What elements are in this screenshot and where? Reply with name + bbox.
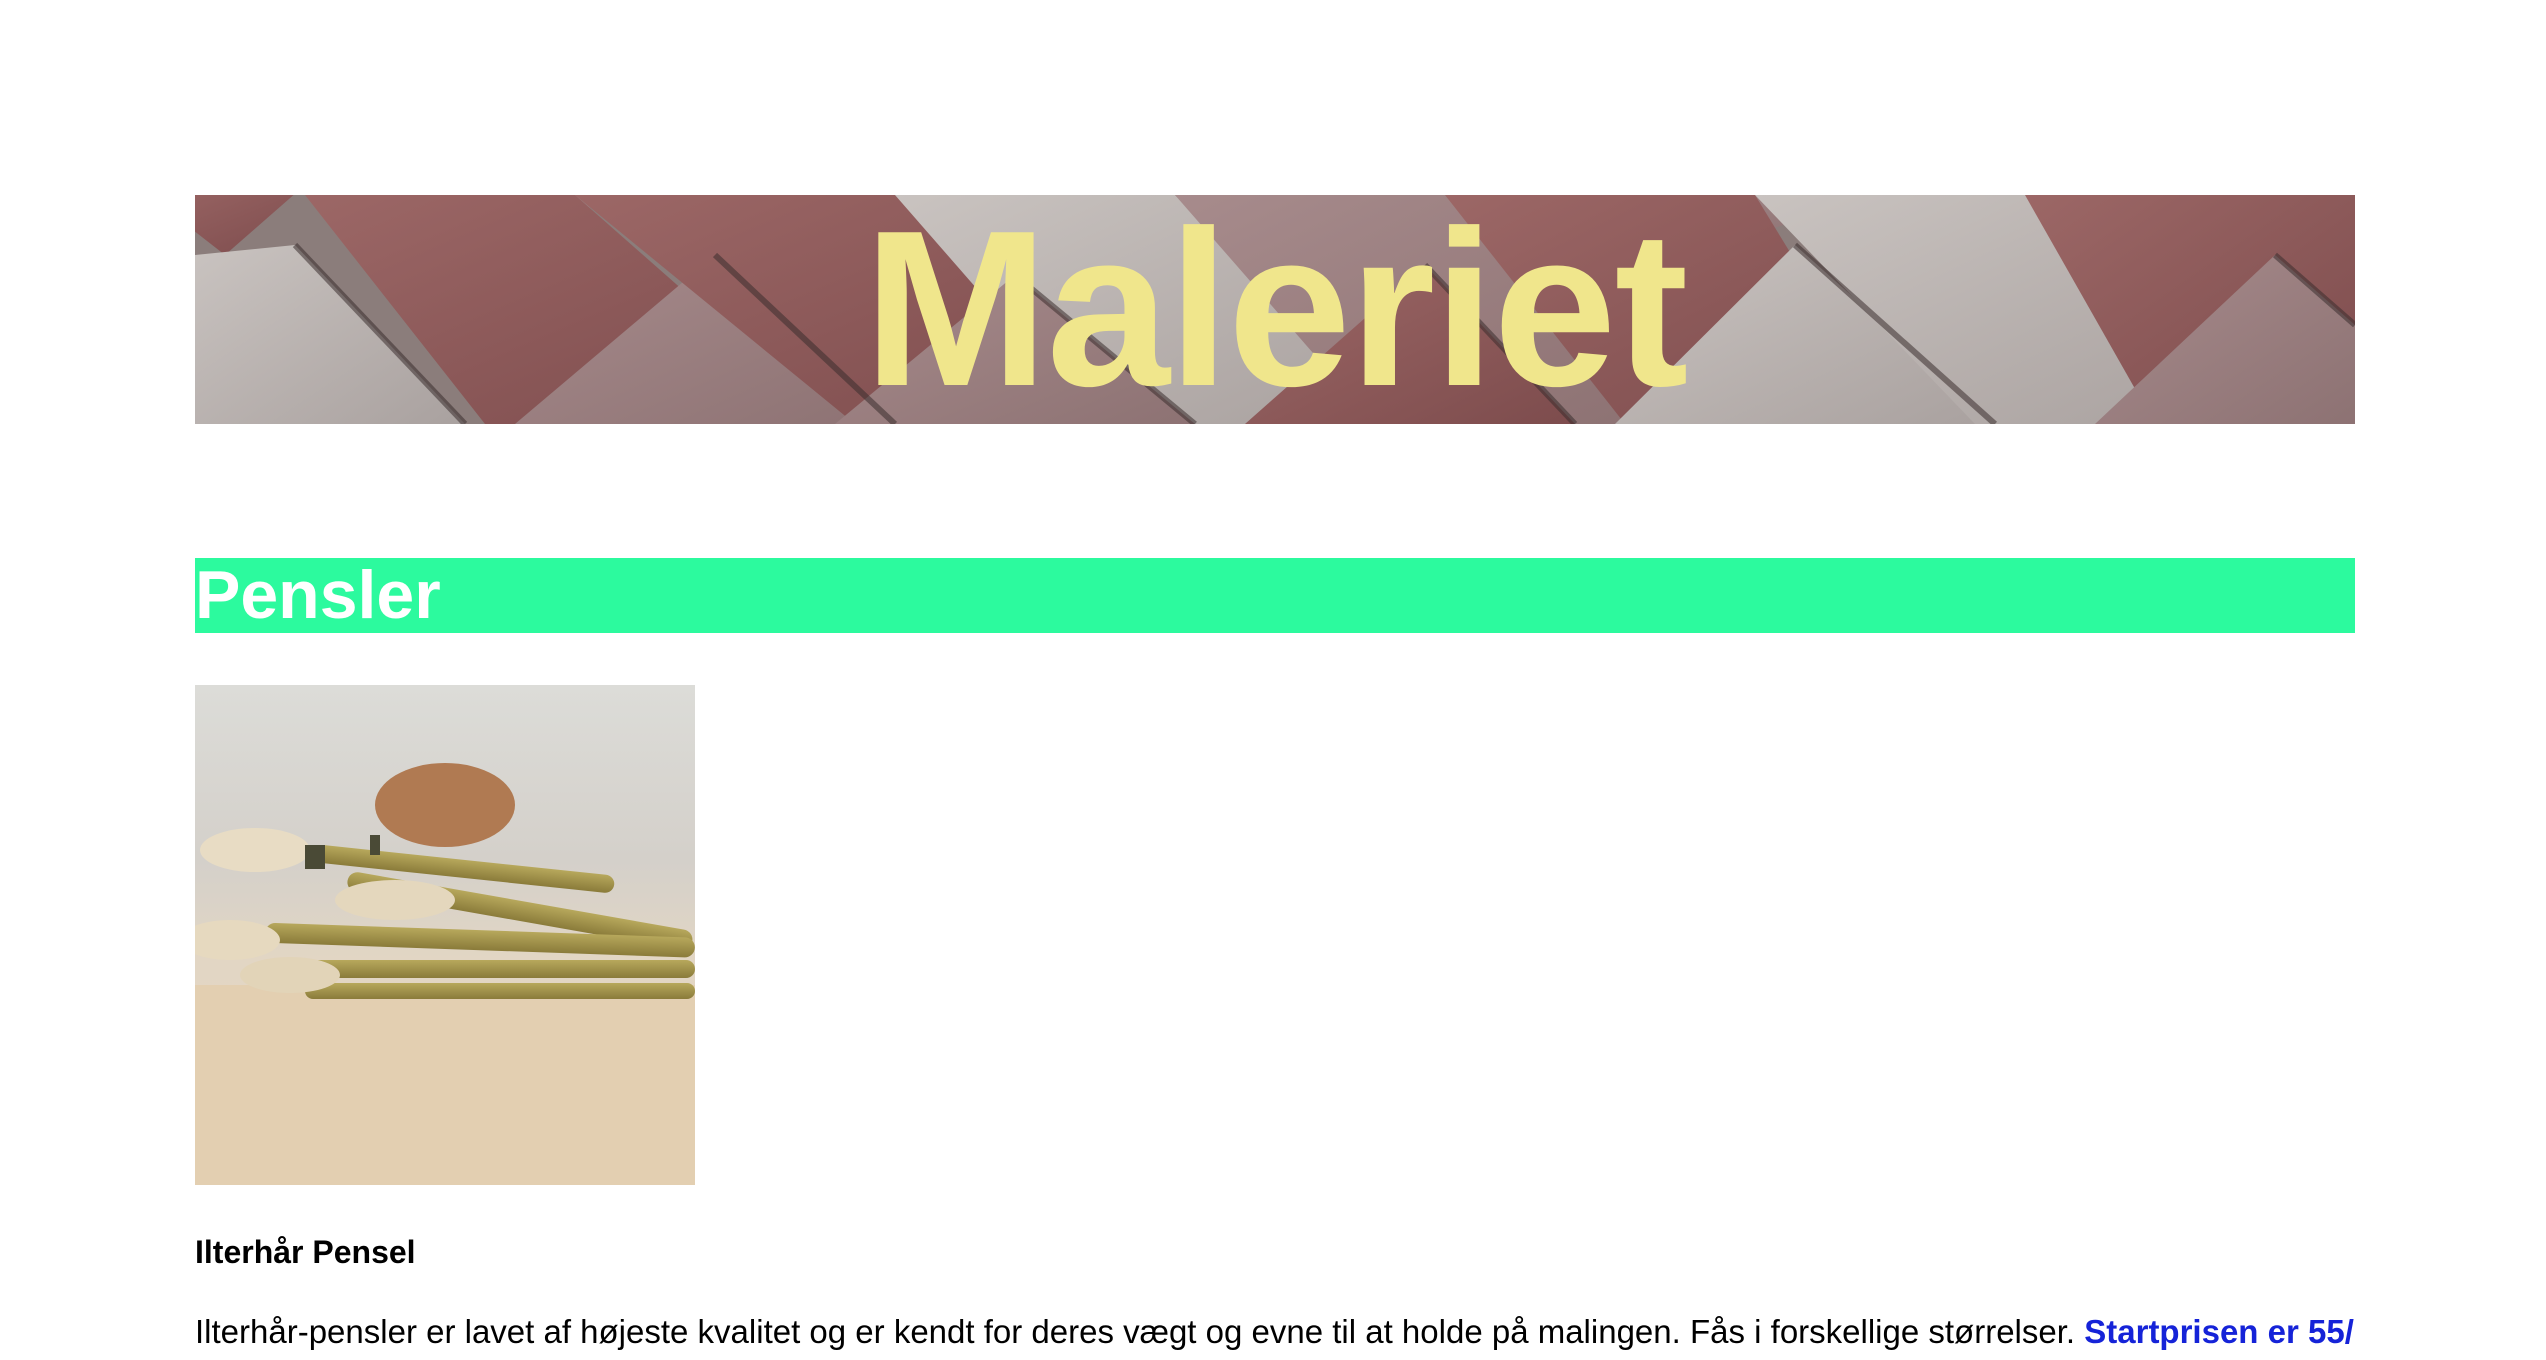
section-title: Pensler — [195, 557, 441, 633]
product-image — [195, 685, 695, 1185]
section-header: Pensler — [195, 558, 2355, 633]
page: Maleriet Pensler Ilterhår Pensel Ilterhå… — [0, 0, 2546, 1360]
product-description-text: Ilterhår-pensler er lavet af højeste kva… — [195, 1313, 2076, 1350]
paintbrushes-photo — [195, 685, 695, 1185]
site-title: Maleriet — [863, 195, 1688, 424]
product-description: Ilterhår-pensler er lavet af højeste kva… — [195, 1310, 2355, 1360]
product-name: Ilterhår Pensel — [195, 1234, 416, 1270]
hero-banner: Maleriet — [195, 195, 2355, 424]
